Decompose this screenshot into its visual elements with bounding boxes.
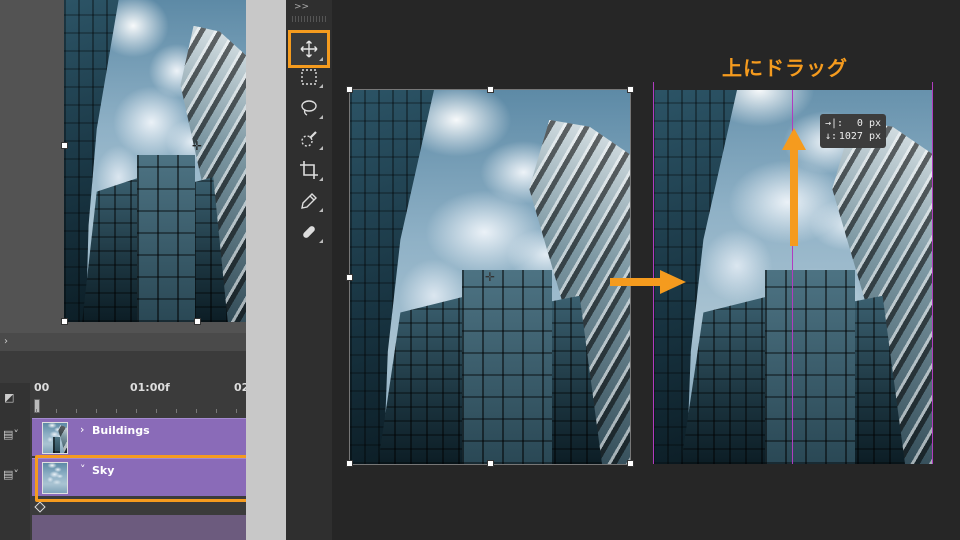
dy-value: 1027 px	[838, 131, 881, 142]
transform-handle-left[interactable]	[61, 142, 68, 149]
timeline-track-buildings[interactable]: › Buildings	[32, 418, 246, 456]
tools-panel: >>	[286, 0, 332, 540]
lasso-icon	[301, 100, 317, 116]
panel-gap	[246, 0, 286, 540]
submenu-indicator	[319, 84, 323, 88]
eyedropper-tool-button[interactable]	[291, 186, 327, 216]
ruler-ticks	[36, 409, 246, 413]
transform-handle-top[interactable]	[487, 86, 494, 93]
drag-up-caption: 上にドラッグ	[722, 56, 848, 80]
ruler-label: 01:00f	[130, 381, 170, 394]
submenu-indicator	[319, 115, 323, 119]
move-offset-tooltip: →|: 0 px ↓: 1027 px	[820, 114, 886, 148]
move-icon	[300, 40, 318, 58]
arrow-up-icon	[782, 128, 806, 246]
crop-icon	[300, 161, 318, 179]
quick-selection-brush-icon	[301, 131, 317, 147]
timeline-track-controls: ◩ ▤˅ ▤˅	[0, 383, 30, 540]
submenu-indicator	[319, 57, 323, 61]
film-strip-icon[interactable]: ▤˅	[3, 468, 19, 481]
healing-tool-button[interactable]	[291, 217, 327, 247]
photoshop-tutorial-screenshot: ✛ › ◩ ▤˅ ▤˅ 00 01:00f 02 › Buildings ˅ S…	[0, 0, 960, 540]
document-canvas[interactable]: ✛	[0, 0, 246, 333]
transform-handle-bottom-left[interactable]	[61, 318, 68, 325]
film-strip-icon[interactable]: ▤˅	[3, 428, 19, 441]
healing-brush-icon	[303, 226, 315, 238]
transform-handle-bottom[interactable]	[194, 318, 201, 325]
timeline-collapse-bar[interactable]: ›	[0, 333, 246, 351]
transform-handle-bottom-left[interactable]	[346, 460, 353, 467]
marquee-tool-button[interactable]	[291, 62, 327, 92]
chevron-right-icon[interactable]: ›	[4, 336, 8, 347]
panel-grip[interactable]: >>	[294, 2, 309, 12]
building-center	[136, 154, 196, 322]
transform-handle-top-right[interactable]	[627, 86, 634, 93]
dx-value: 0 px	[856, 118, 881, 129]
timeline-ruler[interactable]: 00 01:00f 02	[30, 375, 249, 413]
transform-handle-left[interactable]	[346, 274, 353, 281]
submenu-indicator	[319, 177, 323, 181]
transform-handle-bottom[interactable]	[487, 460, 494, 467]
dy-label: ↓:	[825, 131, 838, 142]
submenu-indicator	[319, 239, 323, 243]
dx-label: →|:	[825, 118, 844, 129]
crop-tool-button[interactable]	[291, 155, 327, 185]
transform-center-icon: ✛	[192, 139, 203, 153]
transform-handle-top-left[interactable]	[346, 86, 353, 93]
smart-guide-right	[932, 82, 933, 464]
skyscraper-photo-layer	[64, 0, 246, 322]
layer-name: Buildings	[92, 424, 150, 437]
transform-handle-bottom-right[interactable]	[627, 460, 634, 467]
arrow-right-icon	[610, 270, 686, 294]
sky-layer-highlight	[35, 455, 249, 502]
chevron-right-icon[interactable]: ›	[80, 423, 84, 436]
transform-center-icon: ✛	[485, 270, 496, 284]
eyedropper-icon	[301, 193, 317, 209]
lasso-tool-button[interactable]	[291, 93, 327, 123]
ruler-label: 00	[34, 381, 50, 394]
rectangle-marquee-icon	[301, 69, 317, 85]
submenu-indicator	[319, 146, 323, 150]
render-toggle-icon[interactable]: ◩	[4, 391, 14, 404]
timeline-empty-row	[32, 515, 246, 540]
layer-thumbnail	[42, 422, 68, 454]
quick-select-tool-button[interactable]	[291, 124, 327, 154]
panel-grip-bar[interactable]	[292, 16, 326, 22]
submenu-indicator	[319, 208, 323, 212]
